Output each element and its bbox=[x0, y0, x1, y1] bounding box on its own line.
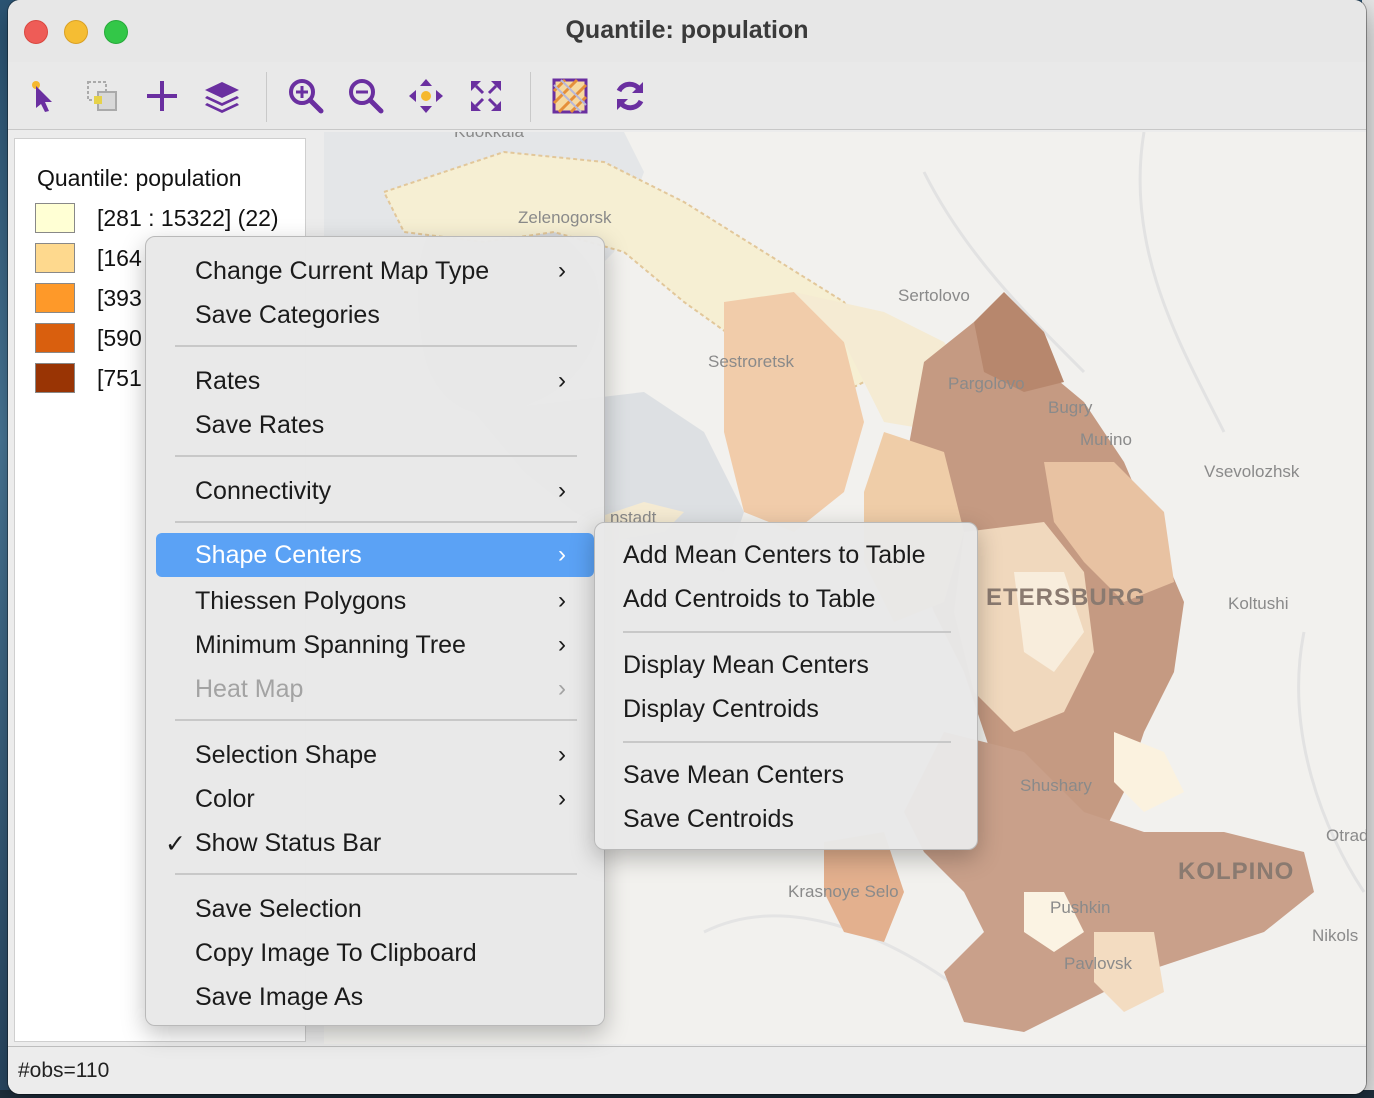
selection-tool-button[interactable] bbox=[80, 74, 124, 118]
map-label: Pavlovsk bbox=[1064, 954, 1133, 973]
menu-separator bbox=[175, 719, 577, 721]
legend-label: [751 bbox=[97, 365, 142, 391]
chevron-right-icon: › bbox=[558, 631, 566, 658]
chevron-right-icon: › bbox=[558, 541, 566, 568]
menu-item-add-centroids[interactable]: Add Centroids to Table bbox=[605, 577, 967, 621]
menu-item-save-categories[interactable]: Save Categories bbox=[156, 293, 594, 337]
pan-button[interactable] bbox=[404, 74, 448, 118]
refresh-button[interactable] bbox=[608, 74, 652, 118]
menu-separator bbox=[175, 873, 577, 875]
window-title: Quantile: population bbox=[565, 16, 809, 44]
status-bar: #obs=110 bbox=[8, 1046, 1366, 1094]
select-tool-button[interactable] bbox=[22, 74, 66, 118]
map-label: KOLPINO bbox=[1178, 858, 1295, 885]
menu-item-save-centroids[interactable]: Save Centroids bbox=[605, 797, 967, 841]
legend-swatch bbox=[35, 203, 75, 233]
legend-label: [281 : 15322] (22) bbox=[97, 205, 279, 231]
menu-item-show-status-bar[interactable]: ✓ Show Status Bar bbox=[156, 821, 594, 865]
menu-item-thiessen-polygons[interactable]: Thiessen Polygons › bbox=[156, 579, 594, 623]
zoom-in-icon bbox=[289, 79, 324, 114]
map-label: Murino bbox=[1080, 430, 1132, 449]
chevron-right-icon: › bbox=[558, 257, 566, 284]
map-label: Sertolovo bbox=[898, 286, 970, 305]
menu-item-display-centroids[interactable]: Display Centroids bbox=[605, 687, 967, 731]
zoom-in-button[interactable] bbox=[284, 74, 328, 118]
map-label: Krasnoye Selo bbox=[788, 882, 899, 901]
toolbar-separator bbox=[530, 72, 531, 122]
fit-extent-icon bbox=[471, 81, 501, 111]
map-label: Zelenogorsk bbox=[518, 208, 612, 227]
menu-item-display-mean-centers[interactable]: Display Mean Centers bbox=[605, 643, 967, 687]
checkmark-icon: ✓ bbox=[165, 830, 186, 858]
basemap-icon bbox=[552, 78, 588, 114]
layers-icon bbox=[205, 82, 239, 113]
basemap-button[interactable] bbox=[548, 74, 592, 118]
menu-item-save-selection[interactable]: Save Selection bbox=[156, 887, 594, 931]
chevron-right-icon: › bbox=[558, 785, 566, 812]
legend-swatch bbox=[35, 243, 75, 273]
chevron-right-icon: › bbox=[558, 587, 566, 614]
toolbar-separator bbox=[266, 72, 267, 122]
menu-item-selection-shape[interactable]: Selection Shape › bbox=[156, 733, 594, 777]
menu-item-save-rates[interactable]: Save Rates bbox=[156, 403, 594, 447]
map-label: Nikols bbox=[1312, 926, 1359, 945]
map-label: Otrad bbox=[1326, 826, 1366, 845]
add-button[interactable] bbox=[140, 74, 184, 118]
menu-item-minimum-spanning-tree[interactable]: Minimum Spanning Tree › bbox=[156, 623, 594, 667]
menu-separator bbox=[623, 631, 951, 633]
menu-item-change-map-type[interactable]: Change Current Map Type › bbox=[156, 249, 594, 293]
legend-swatch bbox=[35, 283, 75, 313]
legend-swatch bbox=[35, 363, 75, 393]
legend-title: Quantile: population bbox=[37, 165, 242, 191]
status-text: #obs=110 bbox=[18, 1059, 110, 1082]
menu-separator bbox=[175, 521, 577, 523]
map-label: Sestroretsk bbox=[708, 352, 794, 371]
title-bar: Quantile: population bbox=[8, 0, 1366, 62]
menu-item-shape-centers[interactable]: Shape Centers › bbox=[156, 533, 594, 577]
zoom-out-button[interactable] bbox=[344, 74, 388, 118]
menu-item-copy-image[interactable]: Copy Image To Clipboard bbox=[156, 931, 594, 975]
map-label: Kuokkala bbox=[454, 132, 524, 142]
legend-label: [393 bbox=[97, 285, 142, 311]
menu-item-save-image-as[interactable]: Save Image As bbox=[156, 975, 594, 1019]
menu-separator bbox=[175, 455, 577, 457]
map-label: ETERSBURG bbox=[986, 584, 1146, 611]
context-menu: Change Current Map Type › Save Categorie… bbox=[145, 236, 605, 1026]
selection-tool-icon bbox=[87, 81, 117, 111]
chevron-right-icon: › bbox=[558, 741, 566, 768]
legend-label: [590 bbox=[97, 325, 142, 351]
map-label: Bugry bbox=[1048, 398, 1093, 417]
chevron-right-icon: › bbox=[558, 367, 566, 394]
select-icon bbox=[32, 81, 52, 112]
legend-swatch bbox=[35, 323, 75, 353]
menu-item-rates[interactable]: Rates › bbox=[156, 359, 594, 403]
menu-separator bbox=[175, 345, 577, 347]
menu-item-heat-map: Heat Map › bbox=[195, 675, 566, 703]
menu-separator bbox=[623, 741, 951, 743]
menu-item-save-mean-centers[interactable]: Save Mean Centers bbox=[605, 753, 967, 797]
menu-item-add-mean-centers[interactable]: Add Mean Centers to Table bbox=[605, 533, 967, 577]
map-label: Pargolovo bbox=[948, 374, 1025, 393]
chevron-right-icon: › bbox=[558, 477, 566, 504]
fit-extent-button[interactable] bbox=[464, 74, 508, 118]
toolbar bbox=[8, 62, 1366, 130]
menu-item-color[interactable]: Color › bbox=[156, 777, 594, 821]
map-label: Shushary bbox=[1020, 776, 1092, 795]
map-label: Koltushi bbox=[1228, 594, 1289, 613]
pan-icon bbox=[409, 79, 443, 113]
zoom-out-icon bbox=[349, 79, 384, 114]
refresh-icon bbox=[616, 81, 644, 111]
menu-item-connectivity[interactable]: Connectivity › bbox=[156, 469, 594, 513]
chevron-right-icon: › bbox=[558, 675, 566, 702]
layers-button[interactable] bbox=[200, 74, 244, 118]
map-label: Vsevolozhsk bbox=[1204, 462, 1300, 481]
legend-label: [164 bbox=[97, 245, 142, 271]
map-label: Pushkin bbox=[1050, 898, 1111, 917]
add-icon bbox=[147, 81, 177, 111]
shape-centers-submenu: Add Mean Centers to Table Add Centroids … bbox=[594, 522, 978, 850]
